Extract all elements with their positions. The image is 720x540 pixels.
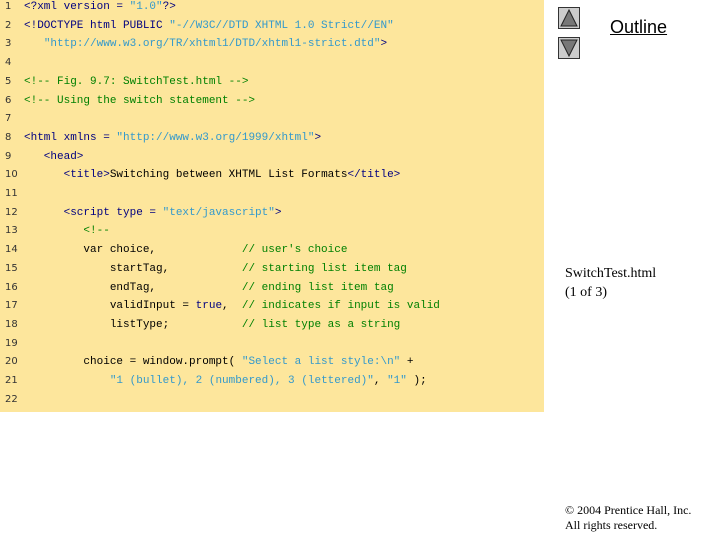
code-text: <script type = "text/javascript"> [24, 204, 282, 222]
code-token: choice = window.prompt( [24, 356, 242, 369]
code-text: <head> [24, 148, 84, 166]
code-text: <!DOCTYPE html PUBLIC "-//W3C//DTD XHTML… [24, 17, 394, 35]
code-token: "text/javascript" [162, 206, 275, 219]
line-number: 10 [5, 169, 18, 181]
copyright-notice: © 2004 Prentice Hall, Inc. All rights re… [565, 503, 691, 533]
line-number: 18 [5, 318, 18, 330]
code-token: > [380, 38, 388, 51]
code-text: listType; // list type as a string [24, 316, 400, 334]
code-text: startTag, // starting list item tag [24, 260, 407, 278]
page-indicator: (1 of 3) [565, 285, 607, 300]
code-token: , [373, 375, 388, 387]
code-token: <!-- Fig. 9.7: SwitchTest.html --> [24, 75, 249, 88]
code-token: // list type as a string [241, 318, 401, 331]
code-token: validInput = [24, 300, 196, 313]
code-token: "-//W3C//DTD XHTML 1.0 Strict//EN" [169, 19, 394, 32]
code-token: true [195, 300, 223, 313]
code-token: listType; [24, 318, 242, 331]
code-text: <!-- Using the switch statement --> [24, 92, 255, 110]
line-number: 22 [5, 393, 18, 405]
code-text: <!-- Fig. 9.7: SwitchTest.html --> [24, 73, 248, 91]
rights-text: All rights reserved. [565, 518, 658, 532]
line-number: 2 [5, 19, 12, 31]
code-text: <?xml version = "1.0"?> [24, 0, 176, 16]
code-token: var choice, [24, 244, 242, 257]
code-token: > [314, 131, 322, 144]
code-token: "1" [387, 375, 407, 387]
line-number: 15 [5, 262, 18, 274]
code-token: <head> [24, 150, 84, 163]
code-token: <!DOCTYPE html PUBLIC [24, 19, 170, 32]
code-token: "http://www.w3.org/1999/xhtml" [116, 131, 315, 144]
line-number: 11 [5, 188, 18, 199]
outline-link[interactable]: Outline [610, 17, 667, 38]
code-text: "1 (bullet), 2 (numbered), 3 (lettered)"… [24, 372, 427, 390]
line-number: 17 [5, 300, 18, 312]
code-text: "http://www.w3.org/TR/xhtml1/DTD/xhtml1-… [24, 35, 387, 53]
file-caption: SwitchTest.html (1 of 3) [565, 264, 656, 302]
code-token: Switching between XHTML List Formats [109, 169, 348, 182]
line-number: 5 [5, 75, 12, 87]
code-token: <?xml version = [24, 1, 130, 13]
line-number: 9 [5, 150, 12, 162]
code-text: <title>Switching between XHTML List Form… [24, 166, 401, 184]
code-token: <title> [24, 169, 110, 182]
code-token: "Select a list style:\n" [241, 356, 401, 369]
code-token: endTag, [24, 281, 242, 294]
code-token: startTag, [24, 262, 242, 275]
code-token: + [400, 356, 414, 369]
triangle-up-icon [560, 8, 578, 27]
line-number: 12 [5, 206, 18, 218]
line-number: 20 [5, 356, 18, 368]
code-text: <!-- [24, 222, 110, 240]
code-text: var choice, // user's choice [24, 241, 347, 259]
code-token: <!-- [24, 225, 110, 238]
code-text: endTag, // ending list item tag [24, 279, 394, 297]
code-token: <html xmlns = [24, 131, 117, 144]
line-number: 1 [5, 1, 12, 12]
code-listing: 1 <?xml version = "1.0"?> 2 <!DOCTYPE html … [0, 0, 544, 412]
line-number: 3 [5, 38, 12, 50]
file-name: SwitchTest.html [565, 266, 657, 281]
code-token: ?> [162, 1, 176, 13]
code-token: > [274, 206, 282, 219]
code-token: "http://www.w3.org/TR/xhtml1/DTD/xhtml1-… [43, 38, 381, 51]
line-number: 14 [5, 244, 18, 256]
code-text: validInput = true, // indicates if input… [24, 297, 440, 315]
code-token: ); [406, 375, 427, 387]
code-token: <!-- Using the switch statement --> [24, 94, 256, 107]
code-token: "1 (bullet), 2 (numbered), 3 (lettered)" [109, 375, 374, 387]
line-number: 6 [5, 94, 12, 106]
code-token: <script type = [24, 206, 163, 219]
code-text: <html xmlns = "http://www.w3.org/1999/xh… [24, 129, 321, 147]
code-token: // indicates if input is valid [241, 300, 440, 313]
code-token: // ending list item tag [241, 281, 394, 294]
code-text: choice = window.prompt( "Select a list s… [24, 353, 413, 371]
code-token: "1.0" [129, 1, 163, 13]
next-slide-button[interactable] [558, 37, 580, 59]
line-number: 4 [5, 57, 12, 69]
triangle-down-icon [560, 39, 578, 58]
line-number: 16 [5, 281, 18, 293]
line-number: 19 [5, 337, 18, 349]
code-token: // user's choice [241, 244, 348, 257]
line-number: 21 [5, 375, 18, 386]
line-number: 8 [5, 131, 12, 143]
copyright-text: © 2004 Prentice Hall, Inc. [565, 503, 692, 517]
line-number: 7 [5, 113, 12, 125]
code-token: </title> [347, 169, 401, 182]
line-number: 13 [5, 225, 18, 237]
previous-slide-button[interactable] [558, 7, 580, 29]
code-token: , [222, 300, 242, 313]
code-token: // starting list item tag [241, 262, 407, 275]
